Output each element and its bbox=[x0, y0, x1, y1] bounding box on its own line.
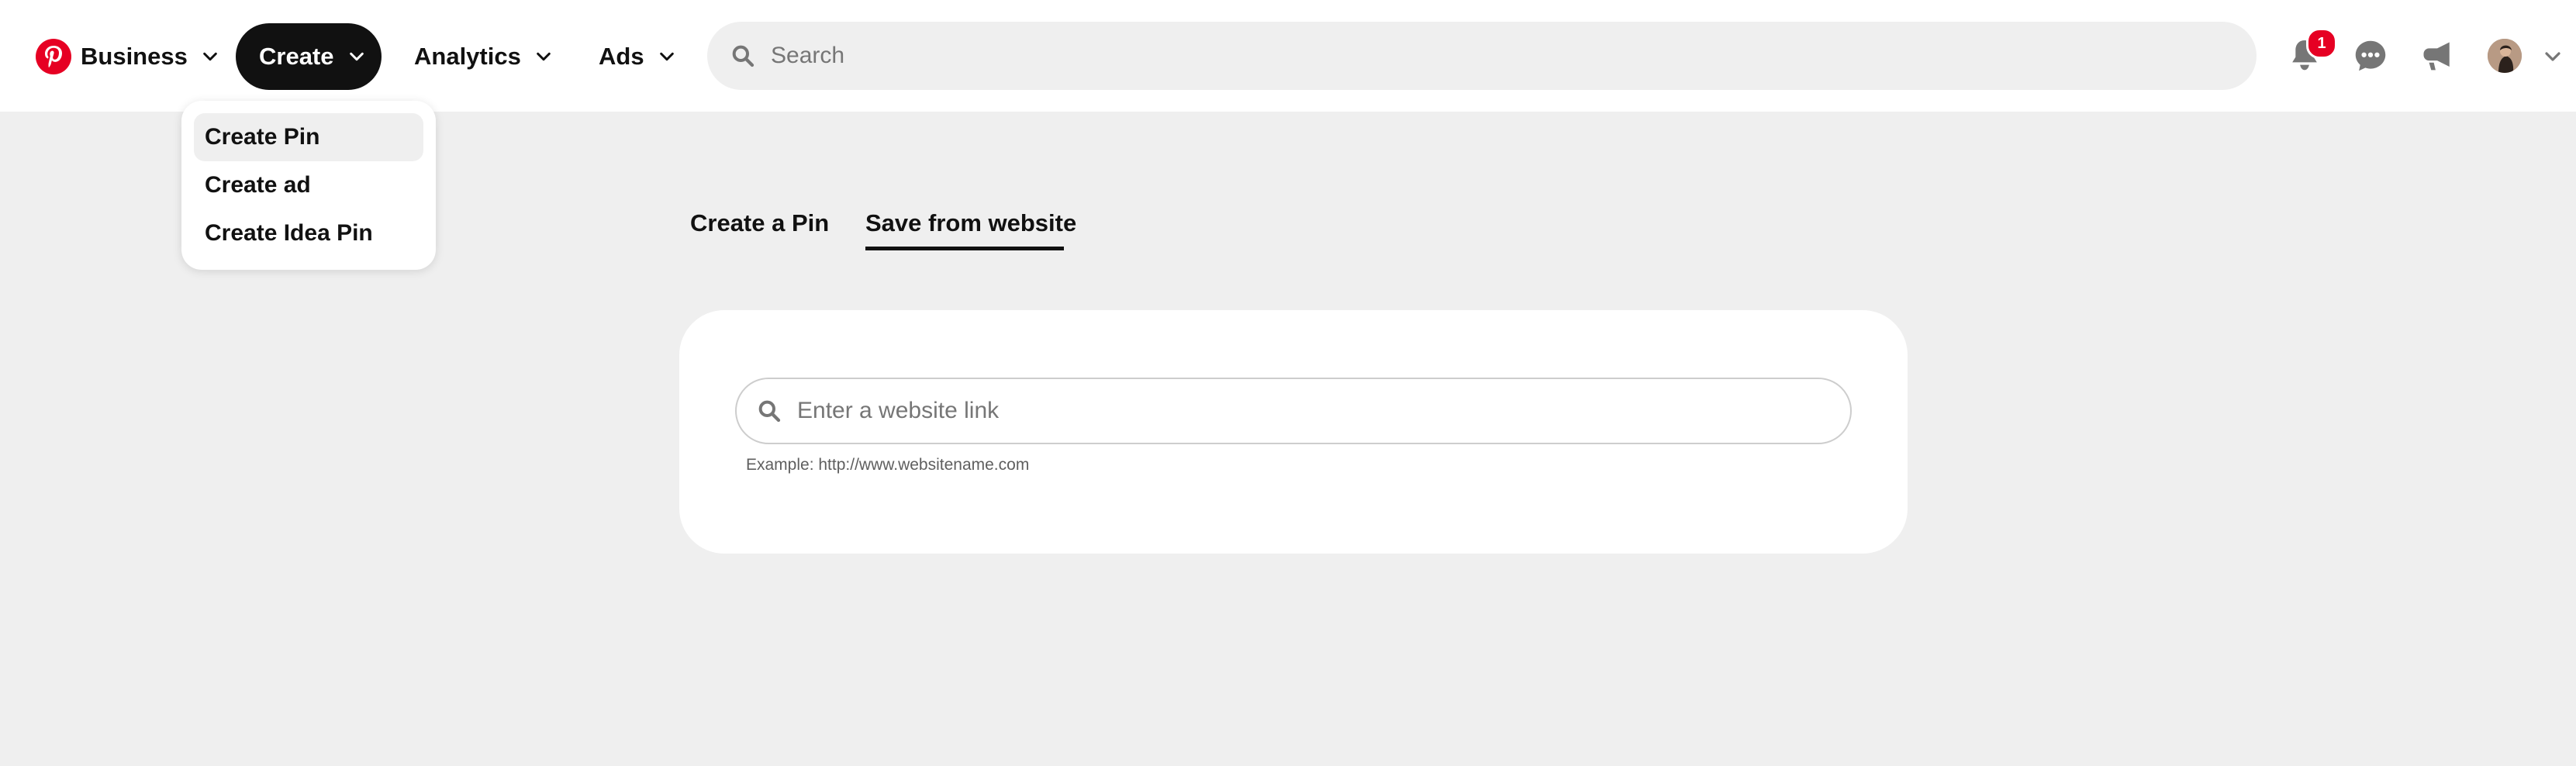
business-label: Business bbox=[81, 43, 188, 70]
top-navigation-bar: Business Create Analytics Ads 1 bbox=[0, 0, 2576, 112]
analytics-label: Analytics bbox=[414, 43, 521, 70]
menu-item-create-idea-pin[interactable]: Create Idea Pin bbox=[194, 209, 423, 257]
active-tab-indicator bbox=[865, 247, 1064, 250]
profile-photo-icon bbox=[2488, 39, 2522, 73]
accounts-chevron-down-icon[interactable] bbox=[2543, 47, 2562, 66]
user-avatar[interactable] bbox=[2488, 39, 2522, 73]
save-from-website-card: Example: http://www.websitename.com bbox=[679, 310, 1908, 554]
website-link-field[interactable] bbox=[735, 378, 1852, 444]
create-dropdown-menu: Create Pin Create ad Create Idea Pin bbox=[181, 101, 436, 270]
menu-item-create-ad[interactable]: Create ad bbox=[194, 161, 423, 209]
search-input[interactable] bbox=[769, 42, 2168, 70]
chevron-down-icon bbox=[659, 52, 674, 61]
example-url-hint: Example: http://www.websitename.com bbox=[746, 456, 1030, 474]
messages-button[interactable] bbox=[2346, 31, 2395, 81]
chevron-down-icon bbox=[203, 52, 217, 61]
analytics-menu-button[interactable]: Analytics bbox=[414, 23, 552, 90]
chat-bubble-icon bbox=[2355, 40, 2386, 71]
updates-button[interactable] bbox=[2412, 31, 2462, 81]
pinterest-logo-icon[interactable] bbox=[36, 39, 71, 74]
tab-save-from-website[interactable]: Save from website bbox=[865, 209, 1076, 237]
search-bar[interactable] bbox=[707, 22, 2257, 90]
megaphone-icon bbox=[2423, 42, 2450, 71]
search-icon bbox=[732, 45, 754, 67]
menu-item-create-pin[interactable]: Create Pin bbox=[194, 113, 423, 161]
chevron-down-icon bbox=[349, 52, 364, 61]
website-link-input[interactable] bbox=[796, 397, 1807, 425]
create-label: Create bbox=[259, 43, 334, 70]
ads-menu-button[interactable]: Ads bbox=[599, 23, 675, 90]
tab-create-a-pin[interactable]: Create a Pin bbox=[690, 209, 829, 237]
ads-label: Ads bbox=[599, 43, 644, 70]
business-menu-button[interactable]: Business bbox=[81, 23, 219, 90]
chevron-down-icon bbox=[537, 52, 551, 61]
search-icon bbox=[758, 400, 781, 423]
notification-count-badge: 1 bbox=[2306, 28, 2337, 59]
create-menu-button[interactable]: Create bbox=[236, 23, 382, 90]
